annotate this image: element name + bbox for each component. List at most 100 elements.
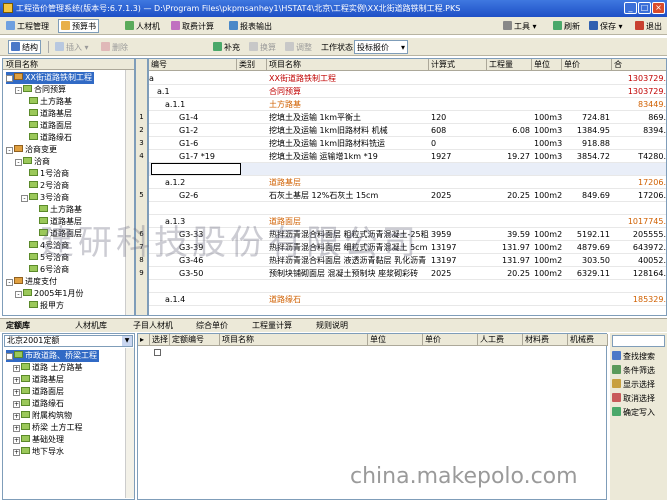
quota-col-machine[interactable]: 机械费	[568, 334, 608, 346]
quota-col-material[interactable]: 材料费	[523, 334, 568, 346]
table-row[interactable]: G2-6 石灰土基层 12%石灰土 15cm 2025 20.25 100m2 849.6…	[149, 189, 666, 202]
quota-tree-item[interactable]: + 道路 土方路基	[13, 362, 83, 374]
tree-item[interactable]: 2号洽商	[29, 180, 69, 192]
cell-qty[interactable]	[487, 202, 532, 215]
cell-cat[interactable]	[237, 85, 267, 98]
cell-formula[interactable]	[429, 215, 487, 228]
cell-qty[interactable]	[487, 98, 532, 111]
cell-name[interactable]: 道路基层	[267, 176, 429, 189]
col-header-total[interactable]: 合	[612, 59, 666, 71]
cell-name[interactable]: 挖填土及运输 1km旧路材料铣运	[267, 137, 429, 150]
cell-unit[interactable]: 100m2	[532, 189, 562, 202]
tree-item-progress[interactable]: - 进度支付	[6, 276, 57, 288]
table-row[interactable]: G1-6 挖填土及运输 1km旧路材料铣运 0 100m3 918.88	[149, 137, 666, 150]
expand-icon[interactable]: +	[13, 437, 20, 444]
quota-tree-item[interactable]: + 附属构筑物	[13, 410, 72, 422]
cell-unit[interactable]	[532, 176, 562, 189]
quota-tree-item[interactable]: - 市政道路、桥梁工程	[6, 350, 99, 362]
cell-code[interactable]: G2-6	[149, 189, 237, 202]
cell-name[interactable]	[267, 280, 429, 293]
tab-quota-lib[interactable]: 定额库	[6, 320, 30, 332]
cell-name[interactable]: 挖填土及运输 1km平衡土	[267, 111, 429, 124]
select-checkbox[interactable]	[154, 349, 161, 358]
report-output-button[interactable]: 报表输出	[226, 19, 275, 33]
cell-price[interactable]	[562, 163, 612, 176]
cell-qty[interactable]: 20.25	[487, 267, 532, 280]
expand-icon[interactable]: +	[13, 389, 20, 396]
cell-total[interactable]: 1303729.	[612, 72, 666, 85]
quota-col-name[interactable]: 项目名称	[220, 334, 368, 346]
cell-unit[interactable]: 100m2	[532, 267, 562, 280]
col-header-quantity[interactable]: 工程量	[487, 59, 532, 71]
cell-qty[interactable]	[487, 176, 532, 189]
quota-col-select[interactable]: 选择	[150, 334, 170, 346]
table-row[interactable]: a XX街道路铁制工程 1303729.	[149, 72, 666, 85]
cell-price[interactable]	[562, 98, 612, 111]
col-header-formula[interactable]: 计算式	[429, 59, 487, 71]
expand-icon[interactable]: +	[13, 449, 20, 456]
cell-qty[interactable]	[487, 280, 532, 293]
cell-formula[interactable]	[429, 163, 487, 176]
tree-scrollbar[interactable]	[125, 70, 134, 315]
refresh-button[interactable]: 刷新	[550, 19, 583, 33]
quota-col-labor[interactable]: 人工费	[478, 334, 523, 346]
cell-unit[interactable]	[532, 202, 562, 215]
cell-cat[interactable]	[237, 267, 267, 280]
table-row[interactable]	[149, 202, 666, 215]
cell-total[interactable]: T4280.	[612, 150, 666, 163]
cancel-selection-button[interactable]: 取消选择	[612, 393, 655, 405]
cell-total[interactable]	[612, 280, 666, 293]
tab-unit-price[interactable]: 综合单价	[196, 320, 228, 332]
expand-icon[interactable]: +	[13, 413, 20, 420]
cell-price[interactable]	[562, 202, 612, 215]
collapse-icon[interactable]: -	[6, 147, 13, 154]
tree-item[interactable]: - 洽商	[15, 156, 50, 168]
cell-unit[interactable]	[532, 98, 562, 111]
cell-formula[interactable]: 0	[429, 137, 487, 150]
cell-price[interactable]: 3854.72	[562, 150, 612, 163]
tools-menu[interactable]: 工具 ▾	[500, 19, 540, 33]
collapse-icon[interactable]: -	[6, 75, 13, 82]
cell-qty[interactable]: 6.08	[487, 124, 532, 137]
cell-unit[interactable]: 100m2	[532, 254, 562, 267]
cell-formula[interactable]: 2025	[429, 189, 487, 202]
table-row[interactable]: G1-4 挖填土及运输 1km平衡土 120 100m3 724.81 869.	[149, 111, 666, 124]
cell-unit[interactable]	[532, 215, 562, 228]
maximize-button[interactable]: □	[638, 2, 651, 14]
cell-cat[interactable]	[237, 98, 267, 111]
cell-price[interactable]	[562, 176, 612, 189]
tree-item[interactable]: - 2005年1月份	[15, 288, 83, 300]
supplement-button[interactable]: 补充	[210, 40, 243, 54]
cell-cat[interactable]	[237, 124, 267, 137]
cell-unit[interactable]	[532, 85, 562, 98]
cell-editor[interactable]	[151, 163, 241, 175]
cell-unit[interactable]: 100m3	[532, 124, 562, 137]
col-header-category[interactable]: 类别	[237, 59, 267, 71]
cell-total[interactable]: 83449.	[612, 98, 666, 111]
cell-price[interactable]: 849.69	[562, 189, 612, 202]
cell-unit[interactable]	[532, 280, 562, 293]
cell-cat[interactable]	[237, 72, 267, 85]
cell-unit[interactable]	[532, 163, 562, 176]
collapse-icon[interactable]: -	[6, 353, 13, 360]
cell-qty[interactable]: 131.97	[487, 241, 532, 254]
cell-formula[interactable]	[429, 176, 487, 189]
tree-item[interactable]: - 3号洽商	[21, 192, 69, 204]
cell-formula[interactable]	[429, 85, 487, 98]
table-row[interactable]: G3-50 预制块铺砌面层 混凝土预制块 座浆砌彩砖 2025 20.25 100m2 6…	[149, 267, 666, 280]
checkbox[interactable]	[154, 349, 161, 356]
cell-name[interactable]: 土方路基	[267, 98, 429, 111]
tree-item[interactable]: 道路基层	[29, 108, 72, 120]
table-row[interactable]	[149, 163, 666, 176]
adjust-button[interactable]: 调整	[282, 40, 315, 54]
cell-cat[interactable]	[237, 111, 267, 124]
cell-formula[interactable]: 120	[429, 111, 487, 124]
cell-qty[interactable]	[487, 163, 532, 176]
cell-qty[interactable]	[487, 137, 532, 150]
table-row[interactable]: a.1.4 道路缘石 185329.	[149, 293, 666, 306]
show-selection-button[interactable]: 显示选择	[612, 379, 655, 391]
cell-unit[interactable]: 100m3	[532, 111, 562, 124]
minimize-button[interactable]: _	[624, 2, 637, 14]
cell-qty[interactable]: 19.27	[487, 150, 532, 163]
cell-price[interactable]	[562, 72, 612, 85]
